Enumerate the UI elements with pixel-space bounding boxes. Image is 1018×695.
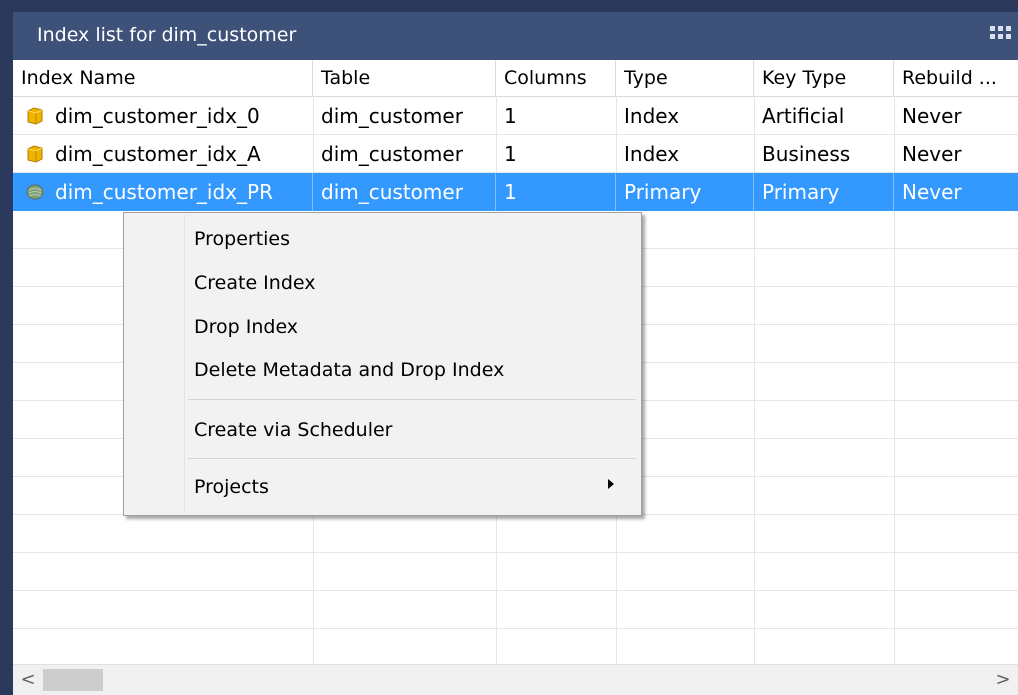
cell-table: dim_customer	[321, 142, 463, 166]
grid-line	[13, 590, 1018, 591]
grid-line	[13, 552, 1018, 553]
cell-rebuild: Never	[902, 104, 962, 128]
cell-rebuild: Never	[902, 180, 962, 204]
menu-icon-gutter	[184, 215, 185, 511]
cell-table: dim_customer	[321, 104, 463, 128]
grid-line	[13, 628, 1018, 629]
menu-item-properties[interactable]: Properties	[194, 219, 290, 259]
menu-item-delete-metadata-and-drop-index[interactable]: Delete Metadata and Drop Index	[194, 350, 504, 390]
table-row[interactable]: dim_customer_idx_A dim_customer 1 Index …	[13, 135, 1018, 173]
panel-title-bar[interactable]: Index list for dim_customer	[13, 12, 1018, 60]
cell-index-name: dim_customer_idx_0	[55, 104, 260, 128]
cell-type: Primary	[616, 173, 754, 211]
cell-type: Index	[624, 142, 680, 166]
column-header-type[interactable]: Type	[616, 60, 754, 96]
cell-table: dim_customer	[313, 173, 496, 211]
column-header-columns[interactable]: Columns	[496, 60, 616, 96]
grip-icon[interactable]	[990, 26, 1012, 48]
cell-type: Index	[624, 104, 680, 128]
menu-item-drop-index[interactable]: Drop Index	[194, 307, 298, 347]
panel-title: Index list for dim_customer	[37, 24, 297, 46]
menu-item-projects[interactable]: Projects	[194, 467, 269, 507]
menu-separator	[188, 399, 636, 400]
cell-index-name: dim_customer_idx_PR	[13, 173, 313, 211]
cell-key-type: Business	[762, 142, 851, 166]
context-menu: Properties Create Index Drop Index Delet…	[123, 212, 642, 516]
table-row[interactable]: dim_customer_idx_0 dim_customer 1 Index …	[13, 97, 1018, 135]
submenu-arrow-icon	[608, 479, 614, 489]
cell-rebuild: Never	[902, 142, 962, 166]
menu-separator	[188, 458, 636, 459]
column-header-row: Index Name Table Columns Type Key Type R…	[13, 60, 1018, 97]
cell-columns: 1	[504, 104, 517, 128]
cell-key-type: Artificial	[762, 104, 845, 128]
cell-columns: 1	[496, 173, 616, 211]
horizontal-scrollbar[interactable]: < >	[13, 664, 1018, 695]
cell-index-name: dim_customer_idx_A	[55, 142, 261, 166]
table-row-selected[interactable]: dim_customer_idx_PR dim_customer 1 Prima…	[13, 173, 1018, 211]
menu-item-create-index[interactable]: Create Index	[194, 263, 315, 303]
column-header-table[interactable]: Table	[313, 60, 496, 96]
window-frame: Index list for dim_customer Index Name T…	[0, 0, 1018, 695]
scrollbar-thumb[interactable]	[43, 669, 103, 691]
column-header-key-type[interactable]: Key Type	[754, 60, 894, 96]
column-header-rebuild[interactable]: Rebuild ...	[894, 60, 1018, 96]
menu-item-create-via-scheduler[interactable]: Create via Scheduler	[194, 410, 393, 450]
column-header-index-name[interactable]: Index Name	[13, 60, 313, 96]
scroll-left-icon[interactable]: <	[13, 665, 43, 695]
cell-columns: 1	[504, 142, 517, 166]
cell-key-type: Primary	[754, 173, 894, 211]
scroll-right-icon[interactable]: >	[988, 665, 1018, 695]
